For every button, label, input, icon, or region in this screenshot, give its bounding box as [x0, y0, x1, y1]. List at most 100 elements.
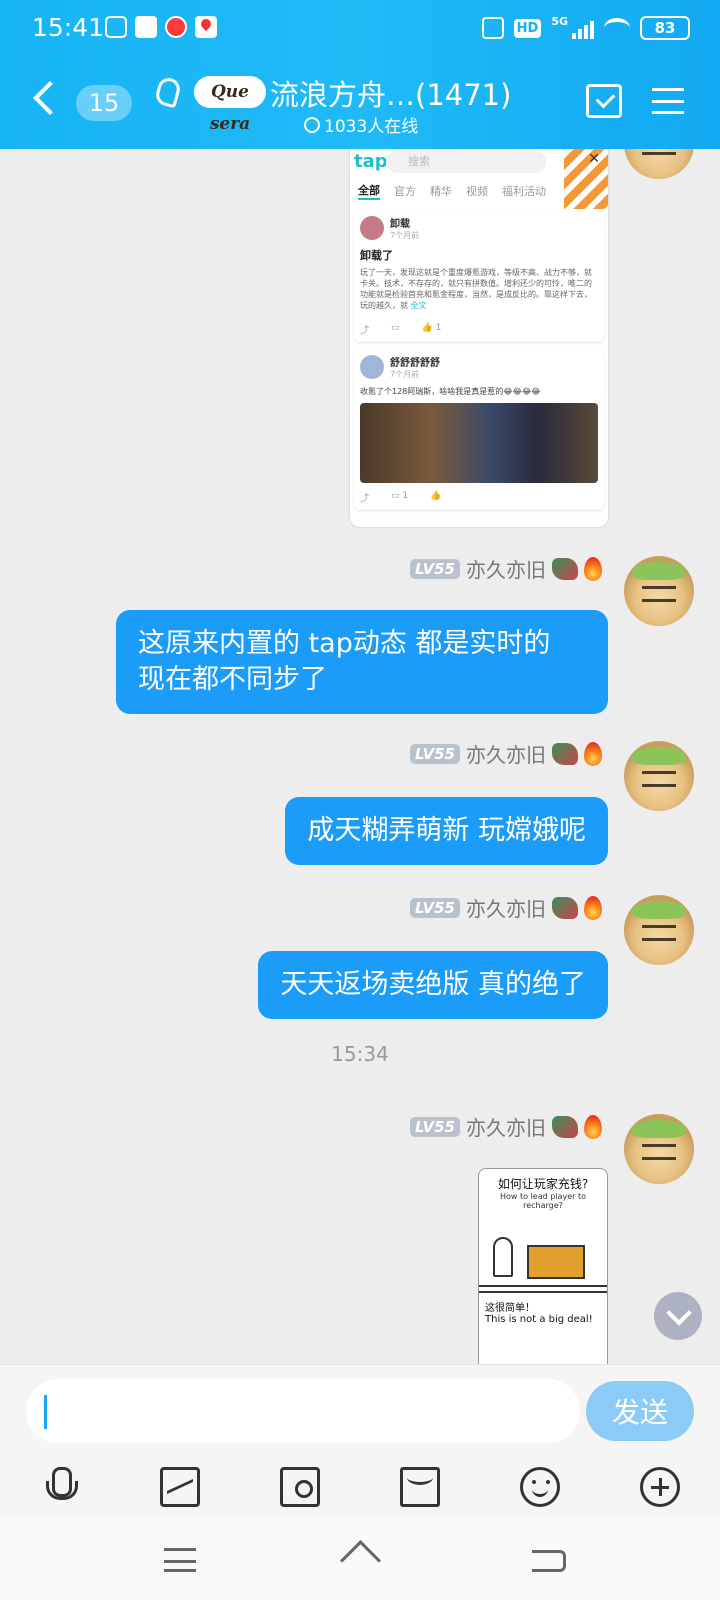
sender-name[interactable]: 亦久亦旧 [466, 554, 546, 583]
avatar[interactable] [624, 741, 694, 811]
message-bubble[interactable]: 这原来内置的 tap动态 都是实时的 现在都不同步了 [116, 610, 608, 714]
tap-post: 卸载 7个月前 卸载了 玩了一天，发现这就是个重度爆氪游戏，等级不高、战力不够，… [354, 209, 604, 342]
hd-icon: HD [513, 18, 542, 38]
mic-icon[interactable] [40, 1467, 80, 1507]
fire-icon [584, 895, 602, 920]
network-type: 5G [551, 14, 568, 28]
back-icon[interactable] [33, 81, 67, 115]
wifi-icon [604, 18, 630, 38]
comic-caption: 这很简单！ [485, 1303, 535, 1314]
map-icon [195, 16, 217, 38]
status-bar: 15:41 HD 5G 83 [0, 0, 720, 58]
plus-icon[interactable] [640, 1467, 680, 1507]
comic-panel: 这很简单！ This is not a big deal! [479, 1291, 607, 1364]
sender-row: LV55 亦久亦旧 [410, 893, 602, 922]
tap-post: 舒舒舒舒舒 7个月前 收氪了个128阿瑞斯，啥啥我是真是惹的😂😂😂😂 ⤴ ▭ 1… [354, 348, 604, 510]
timestamp: 15:34 [331, 1042, 389, 1066]
post-actions: ⤴ ▭ 1 👍 [360, 491, 598, 504]
tap-tab: 福利活动 [502, 185, 546, 198]
calendar-check-icon[interactable] [586, 84, 622, 118]
system-indicators: HD 5G 83 [481, 14, 690, 40]
sender-name[interactable]: 亦久亦旧 [466, 1112, 546, 1141]
post-body: 玩了一天，发现这就是个重度爆氪游戏，等级不高、战力不够，就卡关。技术，不存存的，… [360, 268, 592, 310]
signal-icon [572, 17, 594, 39]
comic-desk [527, 1245, 585, 1279]
avatar[interactable] [624, 149, 694, 179]
avatar [360, 216, 384, 240]
sender-row: LV55 亦久亦旧 [410, 739, 602, 768]
recent-apps-icon[interactable] [164, 1548, 196, 1572]
send-button[interactable]: 发送 [586, 1381, 694, 1441]
group-logo: Que sera [194, 76, 266, 134]
avatar[interactable] [624, 895, 694, 965]
dragon-icon [552, 557, 578, 580]
comic-caption-en: How to lead player to recharge? [500, 1192, 586, 1210]
red-packet-icon[interactable] [400, 1467, 440, 1507]
home-icon[interactable] [338, 1546, 382, 1574]
tap-search-bar: 搜索 [386, 151, 546, 173]
comment-icon: ▭ [391, 323, 400, 333]
level-badge: LV55 [410, 558, 460, 579]
unread-count-badge[interactable]: 15 [76, 85, 132, 121]
tap-tab: 全部 [358, 182, 380, 200]
level-badge: LV55 [410, 897, 460, 918]
scroll-to-bottom-icon[interactable] [654, 1292, 702, 1340]
weibo-icon [165, 16, 187, 38]
notification-icons [105, 16, 217, 38]
back-nav-icon[interactable] [532, 1550, 566, 1572]
fire-icon [584, 556, 602, 581]
message-bubble[interactable]: 天天返场卖绝版 真的绝了 [258, 951, 608, 1019]
comment-icon: ▭ 1 [391, 491, 409, 501]
post-user: 卸载 [390, 219, 410, 230]
ear-icon[interactable] [153, 75, 183, 109]
post-title: 卸载了 [360, 249, 393, 262]
comic-panel: 如何让玩家充钱? How to lead player to recharge? [479, 1169, 607, 1287]
post-text: 收氪了个128阿瑞斯，啥啥我是真是惹的😂😂😂😂 [360, 387, 541, 396]
tv-icon [105, 16, 127, 38]
sender-row: LV55 亦久亦旧 [410, 554, 602, 583]
image-message[interactable]: tap 搜索 ✕ 全部 官方 精华 视频 福利活动 卸载 7个月前 卸载了 玩了… [350, 149, 608, 527]
image-message[interactable]: 如何让玩家充钱? How to lead player to recharge?… [478, 1168, 608, 1364]
camera-icon[interactable] [280, 1467, 320, 1507]
post-time: 7个月前 [390, 370, 420, 379]
avatar[interactable] [624, 1114, 694, 1184]
message-input[interactable] [26, 1379, 580, 1443]
app-icon [135, 16, 157, 38]
message-bubble[interactable]: 成天糊弄萌新 玩嫦娥呢 [285, 797, 608, 865]
post-actions: ⤴ ▭ 👍 1 [360, 323, 598, 336]
status-time: 15:41 [32, 13, 105, 42]
check-circle-icon [304, 116, 320, 133]
online-count: 1033人在线 [324, 117, 419, 137]
like-count: 1 [435, 323, 442, 333]
tap-tab: 精华 [430, 185, 452, 198]
post-user: 舒舒舒舒舒 [390, 358, 440, 369]
message-list[interactable]: tap 搜索 ✕ 全部 官方 精华 视频 福利活动 卸载 7个月前 卸载了 玩了… [0, 149, 720, 1364]
group-title[interactable]: 流浪方舟…(1471) [270, 72, 511, 114]
tap-tabs: 全部 官方 精华 视频 福利活动 [350, 179, 608, 203]
tap-tab: 官方 [394, 185, 416, 198]
tap-logo: tap [354, 151, 388, 172]
image-icon[interactable] [160, 1467, 200, 1507]
like-icon: 👍 [430, 491, 442, 501]
sender-name[interactable]: 亦久亦旧 [466, 893, 546, 922]
level-badge: LV55 [410, 743, 460, 764]
close-icon: ✕ [588, 151, 600, 167]
comment-count: 1 [402, 491, 409, 501]
post-time: 7个月前 [390, 231, 420, 240]
avatar[interactable] [624, 556, 694, 626]
share-icon: ⤴ [360, 494, 370, 504]
input-area: 发送 [0, 1364, 720, 1516]
share-icon: ⤴ [360, 326, 370, 336]
emoji-icon[interactable] [520, 1467, 560, 1507]
dragon-icon [552, 1115, 578, 1138]
input-toolbar [0, 1457, 720, 1517]
post-text: 玩了一天，发现这就是个重度爆氪游戏，等级不高、战力不够，就卡关。技术，不存存的，… [360, 267, 598, 315]
chat-header: 15:41 HD 5G 83 15 Que sera 流浪方舟…(1471) 1… [0, 0, 720, 149]
online-status: 1033人在线 [304, 112, 418, 137]
tap-tab: 视频 [466, 185, 488, 198]
comic-character [493, 1237, 513, 1277]
text-cursor [44, 1395, 47, 1429]
vibrate-icon [481, 17, 504, 39]
sender-name[interactable]: 亦久亦旧 [466, 739, 546, 768]
menu-icon[interactable] [652, 88, 684, 114]
